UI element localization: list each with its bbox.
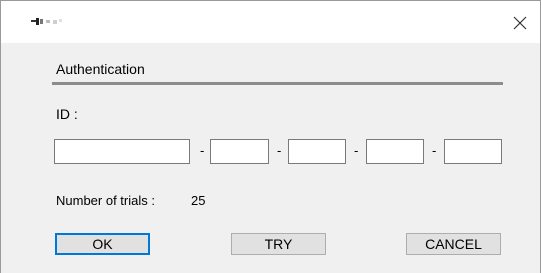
trials-value: 25 bbox=[191, 193, 206, 208]
id-field-2[interactable] bbox=[210, 139, 269, 164]
id-field-3[interactable] bbox=[288, 139, 346, 164]
ok-button[interactable]: OK bbox=[55, 233, 150, 255]
authentication-dialog: Authentication ID : - - - - Number of tr… bbox=[0, 0, 541, 273]
title-bar bbox=[1, 1, 540, 43]
trials-label: Number of trials : bbox=[56, 193, 155, 208]
authentication-heading: Authentication bbox=[56, 61, 145, 77]
dialog-body: Authentication ID : - - - - Number of tr… bbox=[1, 43, 540, 273]
id-label: ID : bbox=[56, 106, 78, 122]
id-field-5[interactable] bbox=[444, 139, 502, 164]
cancel-button[interactable]: CANCEL bbox=[406, 233, 501, 255]
id-field-1[interactable] bbox=[54, 139, 190, 164]
id-separator: - bbox=[432, 143, 437, 158]
section-divider bbox=[52, 82, 503, 85]
id-separator: - bbox=[354, 143, 359, 158]
id-separator: - bbox=[277, 143, 282, 158]
id-field-4[interactable] bbox=[366, 139, 424, 164]
app-icon bbox=[31, 18, 62, 25]
close-icon bbox=[513, 16, 527, 30]
id-separator: - bbox=[200, 143, 205, 158]
try-button[interactable]: TRY bbox=[231, 233, 326, 255]
close-button[interactable] bbox=[505, 9, 535, 37]
